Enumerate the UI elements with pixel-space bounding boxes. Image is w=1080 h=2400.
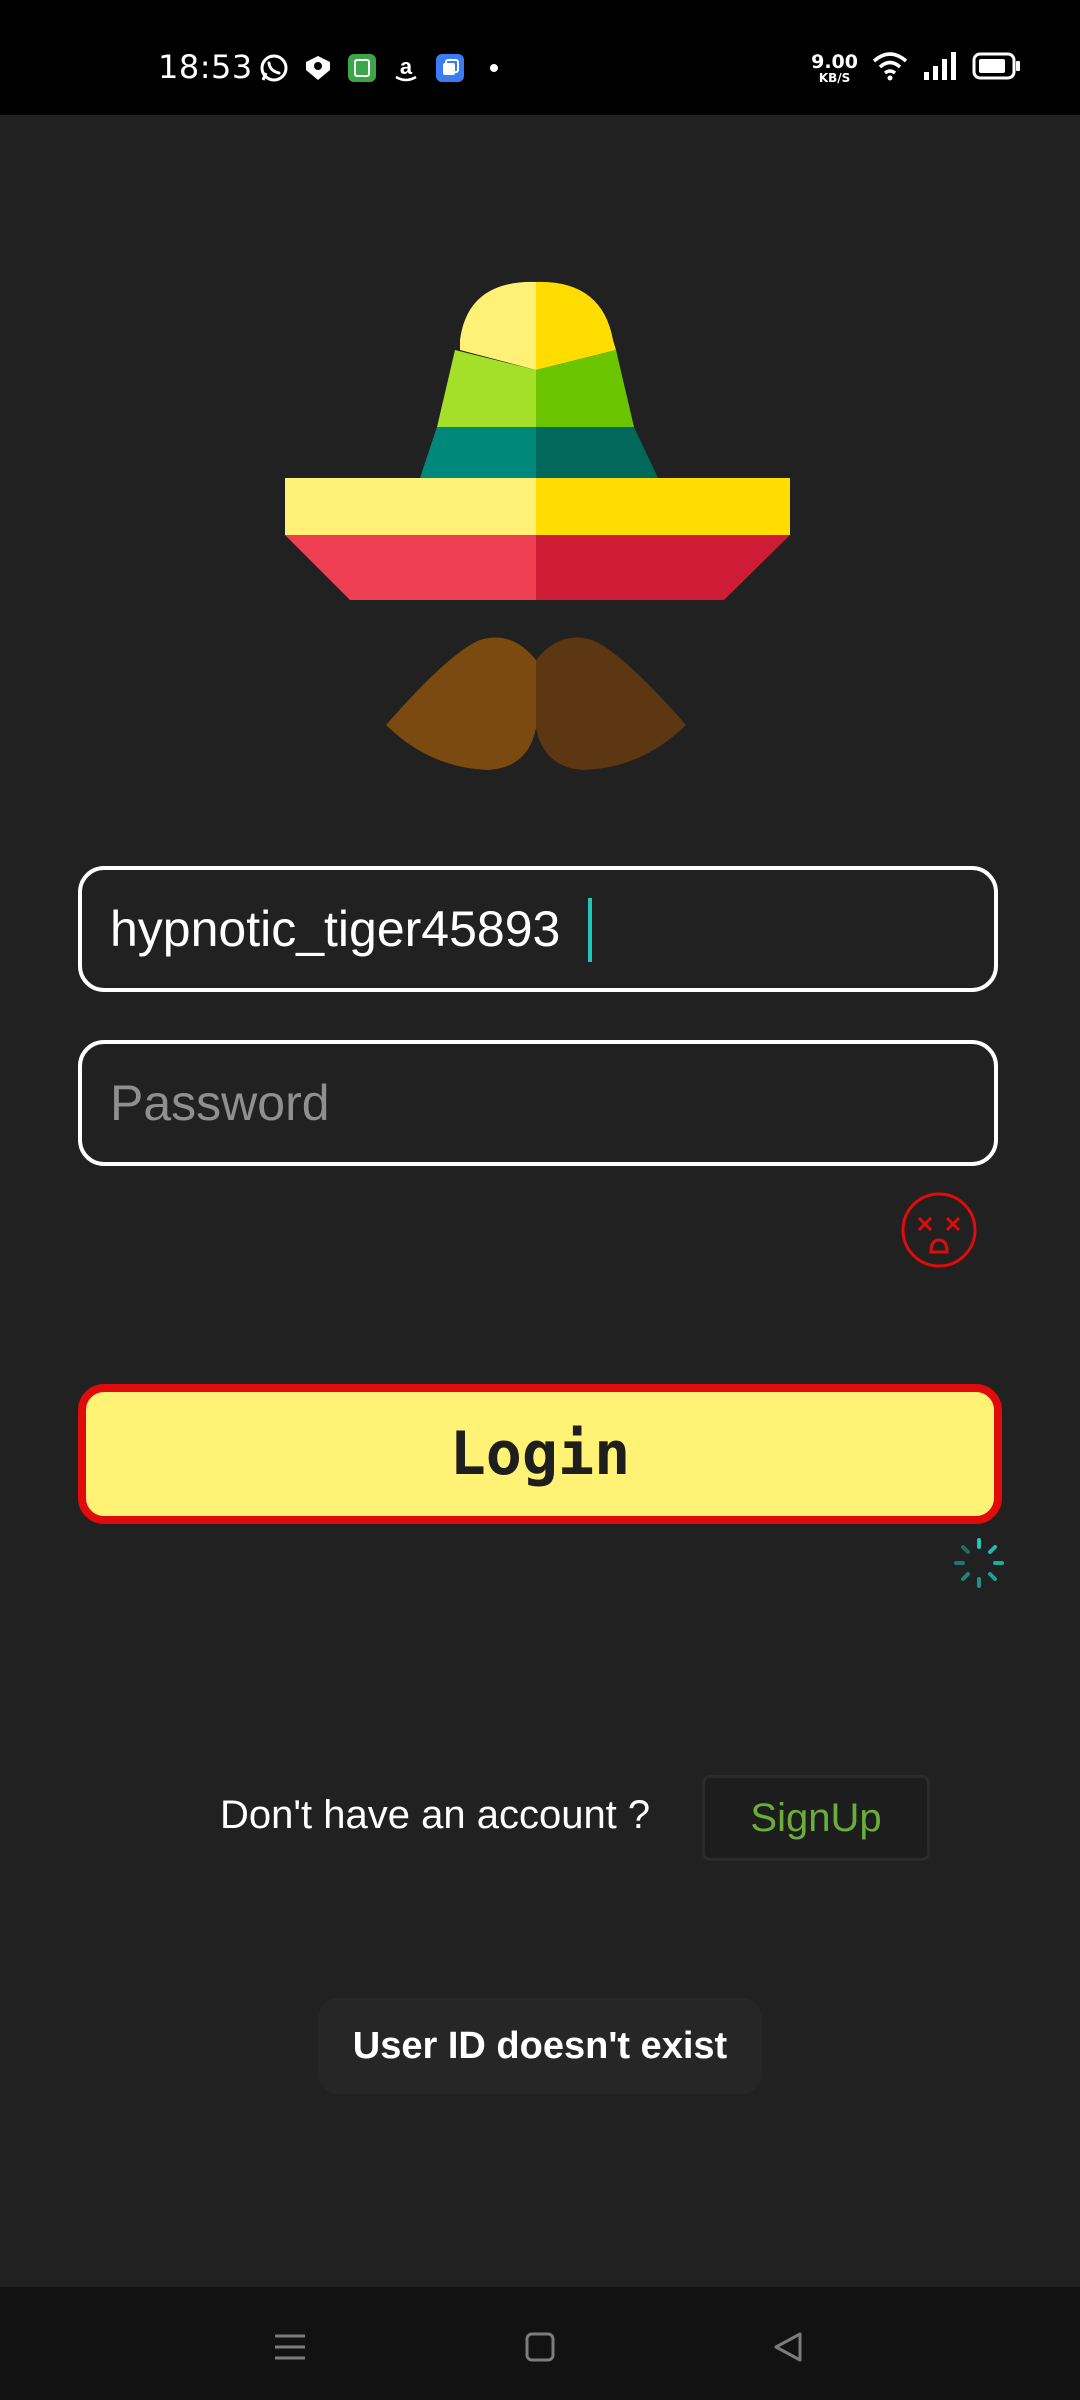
- location-icon: [302, 52, 334, 84]
- username-input[interactable]: [78, 866, 998, 992]
- menu-icon: [275, 2334, 305, 2360]
- navigation-bar: [0, 2287, 1080, 2400]
- sombrero-mustache-logo: [285, 281, 790, 770]
- home-icon: [525, 2332, 555, 2362]
- signup-button[interactable]: SignUp: [702, 1775, 930, 1861]
- blue-app-icon: [434, 52, 466, 84]
- system-icons: 9.00 KB/S: [811, 50, 1022, 86]
- back-button[interactable]: [758, 2317, 818, 2377]
- menu-button[interactable]: [260, 2317, 320, 2377]
- whatsapp-icon: [258, 52, 290, 84]
- dot-icon: [478, 52, 510, 84]
- home-button[interactable]: [510, 2317, 570, 2377]
- notification-icons: a: [258, 50, 510, 86]
- login-button-label: Login: [449, 1419, 631, 1489]
- status-time: 18:53: [158, 48, 253, 86]
- login-button[interactable]: Login: [78, 1384, 1002, 1524]
- network-speed: 9.00 KB/S: [811, 50, 858, 85]
- signup-prompt: Don't have an account ?: [220, 1793, 651, 1837]
- toast-message: User ID doesn't exist: [352, 2024, 728, 2067]
- signup-row: Don't have an account ? SignUp: [0, 1775, 1080, 1861]
- amazon-icon: a: [390, 52, 422, 84]
- error-toast: User ID doesn't exist: [318, 1998, 762, 2094]
- password-input[interactable]: [78, 1040, 998, 1166]
- status-bar: 18:53 a 9.00 KB/S: [0, 0, 1080, 115]
- text-caret: [588, 898, 592, 962]
- signal-icon: [922, 50, 958, 87]
- dead-face-icon: [901, 1192, 977, 1268]
- wifi-icon: [872, 50, 908, 87]
- back-icon: [774, 2332, 802, 2362]
- battery-icon: [972, 50, 1022, 87]
- signup-button-label: SignUp: [750, 1795, 882, 1840]
- green-app-icon: [346, 52, 378, 84]
- loading-spinner-icon: [954, 1538, 1004, 1588]
- svg-text:a: a: [400, 54, 413, 79]
